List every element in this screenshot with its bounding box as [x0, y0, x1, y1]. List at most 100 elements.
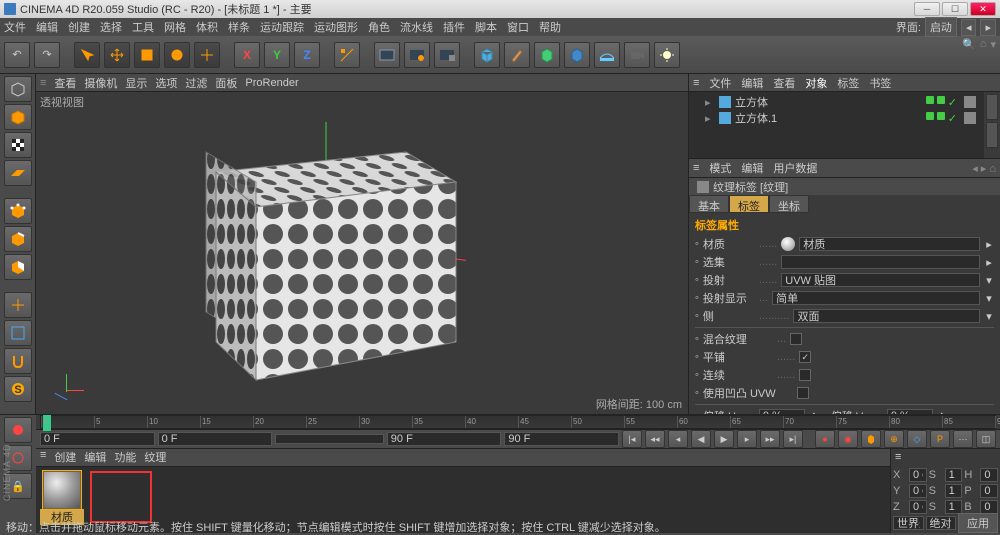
layout-prev-button[interactable]: ◂	[961, 19, 977, 36]
axis-mode-button[interactable]	[4, 292, 32, 318]
rotate-tool[interactable]	[164, 42, 190, 68]
vp-options[interactable]: 选项	[155, 75, 177, 91]
soft-select-button[interactable]: S	[4, 376, 32, 402]
key-pla-button[interactable]: ◫	[976, 430, 996, 448]
menu-create[interactable]: 创建	[68, 19, 90, 35]
pos-x-field[interactable]	[909, 468, 927, 482]
viewport-solo-button[interactable]	[4, 320, 32, 346]
environment-button[interactable]	[594, 42, 620, 68]
viewport-canvas[interactable]: 透视视图	[36, 92, 688, 414]
move-tool[interactable]	[104, 42, 130, 68]
material-field[interactable]	[799, 237, 980, 251]
selection-field[interactable]	[781, 255, 980, 269]
axis-y-toggle[interactable]: Y	[264, 42, 290, 68]
selection-picker-button[interactable]: ▸	[984, 256, 994, 269]
minimize-button[interactable]: ─	[914, 2, 940, 16]
coord-mode-dropdown[interactable]	[893, 516, 924, 530]
mat-function[interactable]: 功能	[114, 449, 136, 466]
om-objects[interactable]: 对象	[805, 75, 827, 91]
menu-file[interactable]: 文件	[4, 19, 26, 35]
generator-button[interactable]	[534, 42, 560, 68]
menu-edit[interactable]: 编辑	[36, 19, 58, 35]
render-view-button[interactable]	[374, 42, 400, 68]
menu-spline[interactable]: 样条	[228, 19, 250, 35]
select-tool[interactable]	[74, 42, 100, 68]
offset-v-field[interactable]	[887, 409, 933, 414]
om-bookmarks[interactable]: 书签	[869, 75, 891, 91]
primitive-cube-button[interactable]	[474, 42, 500, 68]
snap-button[interactable]	[4, 348, 32, 374]
prev-frame-button[interactable]: ◂	[668, 430, 688, 448]
rot-b-field[interactable]	[980, 500, 998, 514]
object-row[interactable]: ▸ 立方体 ✓	[691, 94, 982, 110]
light-button[interactable]	[654, 42, 680, 68]
rot-h-field[interactable]	[980, 468, 998, 482]
vp-filter[interactable]: 过滤	[185, 75, 207, 91]
vp-prorender[interactable]: ProRender	[245, 77, 298, 89]
attr-userdata[interactable]: 用户数据	[773, 160, 817, 176]
texture-mode-button[interactable]	[4, 132, 32, 158]
tab-tag[interactable]: 标签	[729, 195, 769, 213]
polygon-mode-button[interactable]	[4, 254, 32, 280]
vp-view[interactable]: 查看	[54, 75, 76, 91]
spline-pen-button[interactable]	[504, 42, 530, 68]
vp-camera[interactable]: 摄像机	[84, 75, 117, 91]
redo-button[interactable]: ↷	[34, 42, 60, 68]
menu-select[interactable]: 选择	[100, 19, 122, 35]
tile-checkbox[interactable]: ✓	[799, 351, 811, 363]
edge-mode-button[interactable]	[4, 226, 32, 252]
scl-z-field[interactable]	[945, 500, 963, 514]
home-icon[interactable]: ⌂	[980, 38, 987, 51]
om-tags[interactable]: 标签	[837, 75, 859, 91]
dropdown-icon[interactable]: ▾	[984, 310, 994, 323]
record-button[interactable]: ●	[815, 430, 835, 448]
dropdown-icon[interactable]: ▾	[984, 292, 994, 305]
menu-motiontrack[interactable]: 运动跟踪	[260, 19, 304, 35]
attr-nav[interactable]: ◂ ▸ ⌂	[972, 162, 996, 175]
menu-mesh[interactable]: 网格	[164, 19, 186, 35]
mat-create[interactable]: 创建	[54, 449, 76, 466]
vp-display[interactable]: 显示	[125, 75, 147, 91]
undo-button[interactable]: ↶	[4, 42, 30, 68]
expand-icon[interactable]: ▸	[705, 96, 715, 109]
frame-end-field[interactable]	[504, 432, 619, 446]
size-mode-dropdown[interactable]	[926, 516, 957, 530]
layer-button[interactable]	[986, 94, 998, 120]
maximize-button[interactable]: ☐	[942, 2, 968, 16]
menu-character[interactable]: 角色	[368, 19, 390, 35]
projdisplay-dropdown[interactable]	[772, 291, 980, 305]
pos-y-field[interactable]	[909, 484, 927, 498]
vis-toggle[interactable]: ✓	[948, 96, 957, 109]
frame-rangeend-field[interactable]	[387, 432, 502, 446]
make-editable-button[interactable]	[4, 76, 32, 102]
usebumpuvw-checkbox[interactable]	[797, 387, 809, 399]
object-row[interactable]: ▸ 立方体.1 ✓	[691, 110, 982, 126]
projection-dropdown[interactable]	[781, 273, 980, 287]
timeline-scrollbar[interactable]	[275, 434, 384, 444]
render-region-button[interactable]	[404, 42, 430, 68]
prev-key-button[interactable]: ◂◂	[645, 430, 665, 448]
material-ball-icon[interactable]	[43, 471, 81, 509]
menu-help[interactable]: 帮助	[539, 19, 561, 35]
mat-menu-icon[interactable]: ≡	[40, 449, 46, 466]
texture-tag-icon[interactable]	[964, 96, 976, 108]
object-list[interactable]: ▸ 立方体 ✓ ▸ 立方体.1 ✓	[689, 92, 984, 158]
vis-toggle[interactable]: ✓	[948, 112, 957, 125]
material-preview-icon[interactable]	[781, 237, 795, 251]
apply-button[interactable]: 应用	[958, 513, 998, 533]
texture-tag-icon[interactable]	[964, 112, 976, 124]
menu-pipeline[interactable]: 流水线	[400, 19, 433, 35]
play-back-button[interactable]: ◀	[691, 430, 711, 448]
seamless-checkbox[interactable]	[799, 369, 811, 381]
menu-mograph[interactable]: 运动图形	[314, 19, 358, 35]
om-edit[interactable]: 编辑	[741, 75, 763, 91]
keysel-button[interactable]	[861, 430, 881, 448]
search-icon[interactable]: 🔍	[962, 38, 976, 51]
side-dropdown[interactable]	[793, 309, 980, 323]
om-view[interactable]: 查看	[773, 75, 795, 91]
mat-texture[interactable]: 纹理	[144, 449, 166, 466]
scl-y-field[interactable]	[945, 484, 963, 498]
layout-next-button[interactable]: ▸	[980, 19, 996, 36]
workplane-button[interactable]	[4, 160, 32, 186]
layer-button[interactable]	[986, 122, 998, 148]
